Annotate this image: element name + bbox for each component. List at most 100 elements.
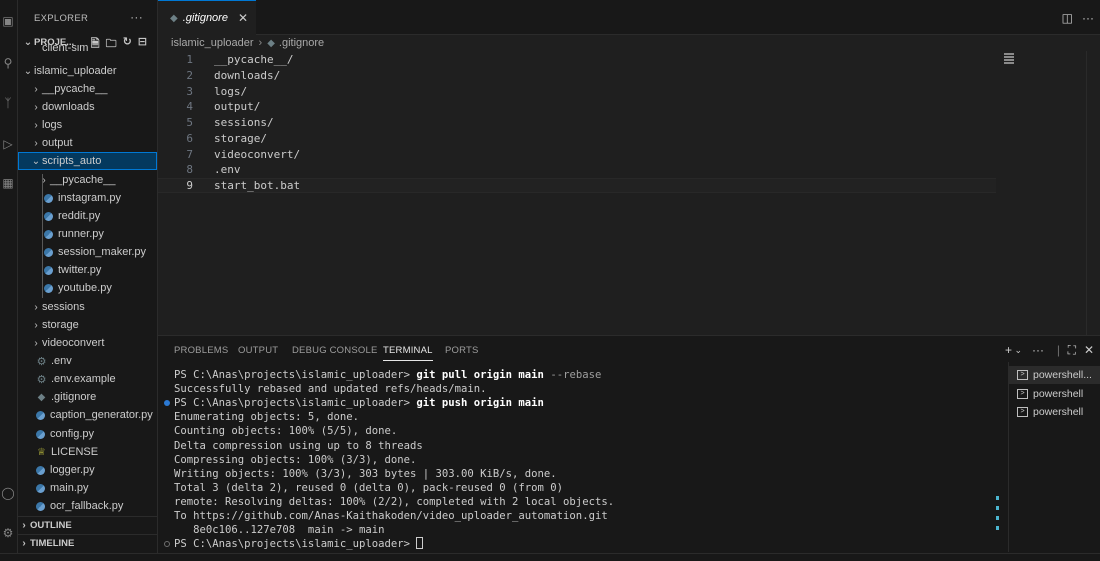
code-line[interactable]: 6 storage/ <box>158 131 996 147</box>
terminal-text: Delta compression using up to 8 threads <box>174 439 423 452</box>
close-panel-icon[interactable]: ✕ <box>1084 343 1094 357</box>
code-line[interactable]: 3 logs/ <box>158 83 996 99</box>
editor-scrollbar[interactable] <box>1086 51 1100 335</box>
terminal-line: Counting objects: 100% (5/5), done. <box>174 424 397 438</box>
breadcrumb: islamic_uploader › ◆ .gitignore <box>158 35 1100 51</box>
tree-item[interactable]: youtube.py <box>18 279 157 297</box>
line-text: output/ <box>214 100 261 114</box>
tree-item[interactable]: ♕ LICENSE <box>18 443 157 461</box>
python-file-icon <box>44 283 53 293</box>
tree-item[interactable]: ⌄ scripts_auto <box>18 152 157 170</box>
tree-item[interactable]: config.py <box>18 425 157 443</box>
command-success-dot[interactable] <box>164 400 170 407</box>
tree-item[interactable]: session_maker.py <box>18 243 157 261</box>
tree-item[interactable]: client-sim <box>18 44 157 54</box>
split-editor-icon[interactable]: ◫ <box>1062 11 1073 25</box>
account-icon[interactable]: ◯ <box>1 486 15 500</box>
line-number: 5 <box>186 116 193 130</box>
chevron-right-icon: › <box>34 137 38 149</box>
tree-item[interactable]: › logs <box>18 116 157 134</box>
tab-terminal[interactable]: TERMINAL <box>383 345 433 361</box>
settings-file-icon: ⚙ <box>36 373 47 386</box>
outline-section[interactable]: › OUTLINE <box>18 516 157 534</box>
tree-item[interactable]: ocr_fallback.py <box>18 497 157 515</box>
chevron-down-icon: ⌄ <box>23 65 33 77</box>
explorer-title: EXPLORER <box>34 12 89 24</box>
code-line[interactable]: 9 start_bot.bat <box>158 177 996 194</box>
tree-item[interactable]: › videoconvert <box>18 334 157 352</box>
new-terminal-icon[interactable]: + <box>1005 343 1012 357</box>
explorer-icon[interactable]: ▣ <box>1 14 15 28</box>
tree-item[interactable]: ⚙ .env <box>18 352 157 370</box>
tree-item-label: sessions <box>42 301 85 313</box>
code-editor[interactable]: 1 __pycache__/ 2 downloads/3 logs/4 output/5 s… <box>158 51 1100 335</box>
minimap[interactable] <box>1004 53 1014 67</box>
maximize-panel-icon[interactable]: ⛶ <box>1068 343 1076 358</box>
tree-item[interactable]: ⌄ islamic_uploader <box>18 62 157 80</box>
terminal-text: Counting objects: 100% (5/5), done. <box>174 425 398 438</box>
tree-item[interactable]: ◆ .gitignore <box>18 388 157 406</box>
tree-item[interactable]: logger.py <box>18 461 157 479</box>
terminal-output[interactable]: PS C:\Anas\projects\islamic_uploader> gi… <box>164 368 994 554</box>
code-line[interactable]: 7 videoconvert/ <box>158 146 996 162</box>
tree-item[interactable]: reddit.py <box>18 207 157 225</box>
code-line[interactable]: 1 __pycache__/ <box>158 52 996 68</box>
terminal-line: Total 3 (delta 2), reused 0 (delta 0), p… <box>174 481 563 495</box>
more-actions-icon[interactable]: ··· <box>1082 11 1094 25</box>
command-pending-dot[interactable] <box>164 541 170 548</box>
more-actions-icon[interactable]: ··· <box>130 10 143 24</box>
terminal-instance[interactable]: > powershell <box>1009 385 1100 403</box>
tree-item[interactable]: › sessions <box>18 298 157 316</box>
code-line[interactable]: 2 downloads/ <box>158 68 996 84</box>
terminal-text: Enumerating objects: 5, done. <box>174 411 359 424</box>
tree-item[interactable]: › __pycache__ <box>18 80 157 98</box>
terminal-instance-label: powershell <box>1033 406 1084 418</box>
tree-item[interactable]: instagram.py <box>18 189 157 207</box>
terminal-instance[interactable]: > powershell... <box>1009 366 1100 384</box>
tree-item[interactable]: runner.py <box>18 225 157 243</box>
tree-item[interactable]: › downloads <box>18 98 157 116</box>
code-line[interactable]: 8 .env <box>158 162 996 178</box>
tree-item[interactable]: › __pycache__ <box>18 171 157 189</box>
terminal-instance[interactable]: > powershell <box>1009 403 1100 421</box>
tree-item[interactable]: › output <box>18 134 157 152</box>
tab-gitignore[interactable]: ◆ .gitignore ✕ <box>158 0 256 35</box>
tree-item[interactable]: twitter.py <box>18 261 157 279</box>
run-debug-icon[interactable]: ▷ <box>1 137 15 151</box>
chevron-right-icon: › <box>34 83 38 95</box>
tree-item-label: output <box>42 137 73 149</box>
terminal-instance-label: powershell... <box>1033 369 1092 381</box>
close-icon[interactable]: ✕ <box>238 11 248 25</box>
breadcrumb-folder[interactable]: islamic_uploader <box>171 37 254 49</box>
chevron-right-icon: › <box>34 301 38 313</box>
code-line[interactable]: 5 sessions/ <box>158 115 996 131</box>
tree-item[interactable]: caption_generator.py <box>18 406 157 424</box>
tree-item-label: main.py <box>50 482 89 494</box>
chevron-right-icon: › <box>42 174 46 186</box>
chevron-right-icon: › <box>258 37 263 49</box>
source-control-icon[interactable]: ᛉ <box>1 96 15 110</box>
terminal-line: Delta compression using up to 8 threads <box>174 439 423 453</box>
tree-item[interactable]: main.py <box>18 479 157 497</box>
code-line[interactable]: 4 output/ <box>158 99 996 115</box>
chevron-down-icon[interactable]: ⌄ <box>1014 345 1022 356</box>
tree-item-label: client-sim <box>42 44 89 54</box>
tree-item-label: islamic_uploader <box>34 65 117 77</box>
tree-item[interactable]: › storage <box>18 316 157 334</box>
line-text: sessions/ <box>214 116 274 130</box>
tab-debug-console[interactable]: DEBUG CONSOLE <box>292 345 377 356</box>
search-icon[interactable]: ⚲ <box>1 56 15 70</box>
bottom-panel: PROBLEMS OUTPUT DEBUG CONSOLE TERMINAL P… <box>158 335 1100 553</box>
extensions-icon[interactable]: ▦ <box>1 176 15 190</box>
tab-label: .gitignore <box>182 12 228 24</box>
line-number: 4 <box>186 100 193 114</box>
more-actions-icon[interactable]: ··· <box>1032 343 1044 357</box>
tree-item[interactable]: ⚙ .env.example <box>18 370 157 388</box>
breadcrumb-file[interactable]: .gitignore <box>279 37 324 49</box>
tab-ports[interactable]: PORTS <box>445 345 479 356</box>
timeline-section[interactable]: › TIMELINE <box>18 534 157 552</box>
manage-gear-icon[interactable]: ⚙ <box>1 526 15 540</box>
tree-item-label: logs <box>42 119 63 131</box>
tab-output[interactable]: OUTPUT <box>238 345 278 356</box>
tab-problems[interactable]: PROBLEMS <box>174 345 228 356</box>
